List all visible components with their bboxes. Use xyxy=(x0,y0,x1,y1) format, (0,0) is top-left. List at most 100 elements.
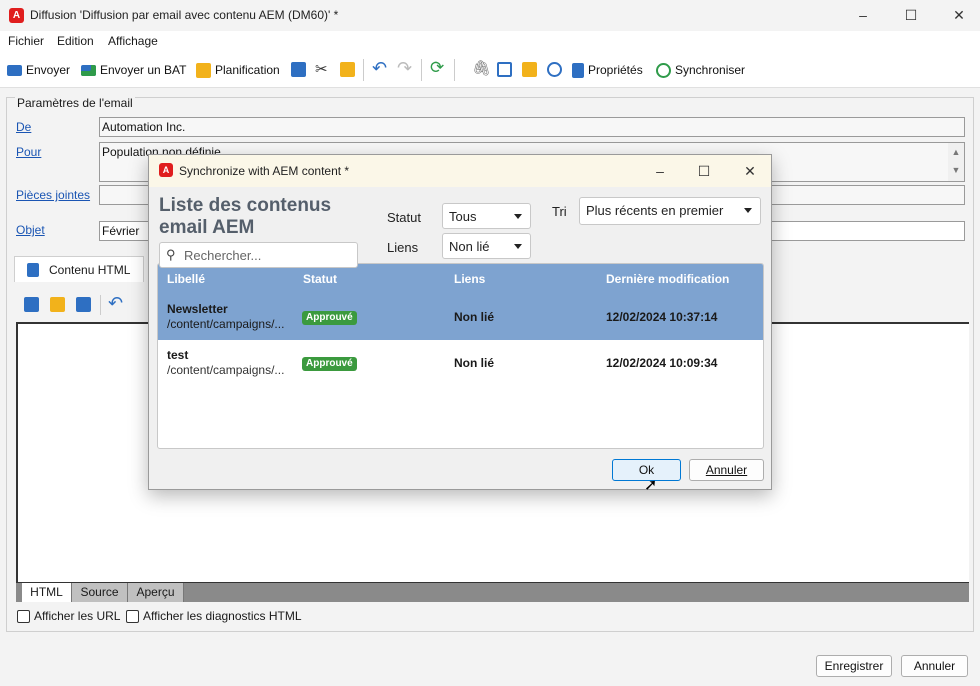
to-scrollbar[interactable]: ▲ ▼ xyxy=(948,143,964,181)
aem-content-table: Libellé Statut Liens Dernière modificati… xyxy=(157,263,764,449)
subject-label[interactable]: Objet xyxy=(16,223,45,237)
html-doc-icon xyxy=(27,262,39,277)
link-icon[interactable] xyxy=(497,62,512,77)
send-bat-label: Envoyer un BAT xyxy=(100,63,187,77)
calendar-icon xyxy=(196,62,211,78)
menu-affichage[interactable]: Affichage xyxy=(108,34,158,48)
synchronize-button[interactable]: Synchroniser xyxy=(656,61,745,79)
properties-button[interactable]: Propriétés xyxy=(572,61,643,79)
tab-html-content[interactable]: Contenu HTML xyxy=(14,256,144,282)
row-links: Non lié xyxy=(454,356,495,370)
attachment-icon[interactable]: 🖇 xyxy=(472,59,491,77)
row-name: Newsletter xyxy=(167,302,228,316)
menu-bar: Fichier Edition Affichage xyxy=(0,31,980,51)
row-links: Non lié xyxy=(454,310,495,324)
attachments-label[interactable]: Pièces jointes xyxy=(16,188,90,202)
show-diagnostics-label: Afficher les diagnostics HTML xyxy=(143,609,302,623)
menu-fichier[interactable]: Fichier xyxy=(8,34,44,48)
send-label: Envoyer xyxy=(26,63,71,77)
minimize-button[interactable]: – xyxy=(848,4,878,26)
dialog-title: Synchronize with AEM content * xyxy=(179,164,350,178)
checkbox-box[interactable] xyxy=(17,609,30,623)
undo-icon[interactable]: ↶ xyxy=(108,293,123,314)
show-urls-checkbox[interactable]: Afficher les URL xyxy=(17,609,120,623)
table-row[interactable]: test /content/campaigns/... Approuvé Non… xyxy=(158,340,763,386)
sort-value: Plus récents en premier xyxy=(586,203,724,218)
table-header: Libellé Statut Liens Dernière modificati… xyxy=(158,264,763,294)
row-path: /content/campaigns/... xyxy=(167,317,285,331)
clipboard-icon xyxy=(572,62,584,78)
table-row[interactable]: Newsletter /content/campaigns/... Approu… xyxy=(158,294,763,340)
envelope-check-icon xyxy=(81,64,96,76)
dialog-minimize-button[interactable]: – xyxy=(645,160,675,182)
toolbar-separator xyxy=(363,59,364,81)
copy-icon[interactable] xyxy=(291,62,306,77)
chevron-down-icon xyxy=(514,244,522,249)
row-modified: 12/02/2024 10:37:14 xyxy=(606,310,718,324)
adobe-app-icon: A xyxy=(9,8,24,23)
gift-icon[interactable] xyxy=(522,62,537,77)
adobe-app-icon: A xyxy=(159,163,173,177)
row-modified: 12/02/2024 10:09:34 xyxy=(606,356,718,370)
search-icon: ⚲ xyxy=(166,247,176,262)
status-select[interactable]: Tous xyxy=(442,203,531,229)
tab-html[interactable]: HTML xyxy=(22,583,72,602)
new-doc-icon[interactable] xyxy=(24,297,39,312)
cancel-button[interactable]: Annuler xyxy=(901,655,968,677)
editor-mode-tabs: HTML Source Aperçu xyxy=(16,583,969,602)
send-button[interactable]: Envoyer xyxy=(7,61,70,79)
column-header-label[interactable]: Libellé xyxy=(167,272,205,286)
dialog-maximize-button[interactable]: ☐ xyxy=(689,160,719,182)
column-header-links[interactable]: Liens xyxy=(454,272,485,286)
tab-preview[interactable]: Aperçu xyxy=(128,583,184,602)
row-name: test xyxy=(167,348,189,362)
status-badge: Approuvé xyxy=(302,311,357,325)
sort-select[interactable]: Plus récents en premier xyxy=(579,197,761,225)
column-header-status[interactable]: Statut xyxy=(303,272,337,286)
close-button[interactable]: ✕ xyxy=(944,4,974,26)
toolbar-separator xyxy=(454,59,455,81)
window-title: Diffusion 'Diffusion par email avec cont… xyxy=(30,8,339,22)
sync-icon xyxy=(656,62,671,78)
search-placeholder: Rechercher... xyxy=(184,248,262,263)
from-field[interactable]: Automation Inc. xyxy=(99,117,965,137)
send-bat-button[interactable]: Envoyer un BAT xyxy=(81,61,186,79)
links-value: Non lié xyxy=(449,239,490,254)
show-diagnostics-checkbox[interactable]: Afficher les diagnostics HTML xyxy=(126,609,302,623)
checkbox-box[interactable] xyxy=(126,609,139,623)
refresh-icon[interactable]: ⟳ xyxy=(430,58,444,78)
properties-label: Propriétés xyxy=(588,63,643,77)
toolbar: Envoyer Envoyer un BAT Planification ✂ ↶… xyxy=(0,51,980,88)
search-input[interactable]: ⚲ Rechercher... xyxy=(159,242,358,268)
column-header-modified[interactable]: Dernière modification xyxy=(606,272,729,286)
target-icon[interactable] xyxy=(547,62,562,77)
status-value: Tous xyxy=(449,209,477,224)
menu-edition[interactable]: Edition xyxy=(57,34,94,48)
open-folder-icon[interactable] xyxy=(50,297,65,312)
chevron-down-icon xyxy=(744,208,752,213)
links-select[interactable]: Non lié xyxy=(442,233,531,259)
dialog-close-button[interactable]: ✕ xyxy=(735,160,765,182)
planning-label: Planification xyxy=(215,63,280,77)
undo-icon[interactable]: ↶ xyxy=(372,58,387,79)
toolbar-separator xyxy=(100,295,101,315)
window-titlebar: A Diffusion 'Diffusion par email avec co… xyxy=(0,0,980,31)
dialog-cancel-button[interactable]: Annuler xyxy=(689,459,764,481)
tab-source[interactable]: Source xyxy=(72,583,128,602)
cut-icon[interactable]: ✂ xyxy=(315,60,328,78)
save-icon[interactable] xyxy=(76,297,91,312)
planning-button[interactable]: Planification xyxy=(196,61,280,79)
maximize-button[interactable]: ☐ xyxy=(896,4,926,26)
toolbar-separator xyxy=(421,59,422,81)
sort-label: Tri xyxy=(552,204,567,219)
tab-html-content-label: Contenu HTML xyxy=(49,262,131,277)
status-badge: Approuvé xyxy=(302,357,357,371)
row-path: /content/campaigns/... xyxy=(167,363,285,377)
envelope-icon xyxy=(7,64,22,76)
from-label[interactable]: De xyxy=(16,120,31,134)
save-button[interactable]: Enregistrer xyxy=(816,655,892,677)
redo-icon[interactable]: ↷ xyxy=(397,58,412,79)
to-label[interactable]: Pour xyxy=(16,145,41,159)
paste-icon[interactable] xyxy=(340,62,355,77)
show-urls-label: Afficher les URL xyxy=(34,609,121,623)
